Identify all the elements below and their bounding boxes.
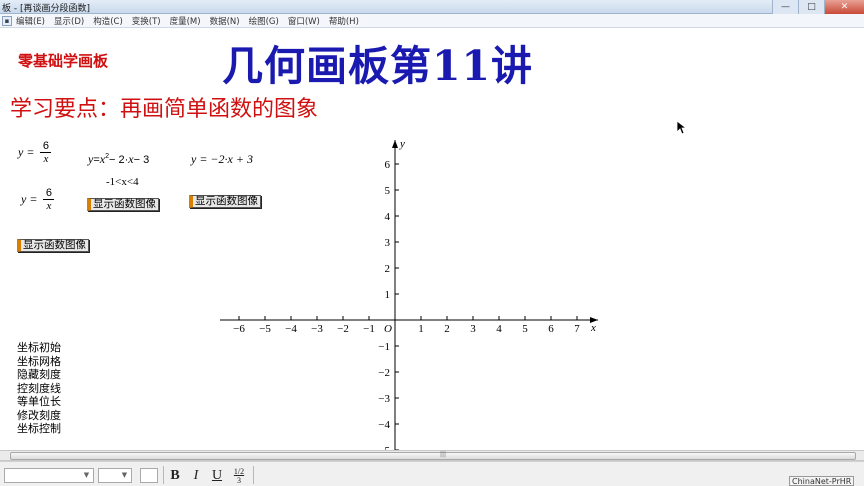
math-format-bottom: 3 [237, 476, 241, 485]
chevron-down-icon: ▼ [121, 471, 128, 479]
x-tick-label: 5 [522, 323, 528, 335]
x-tick-label: −6 [233, 323, 245, 335]
y-tick-label: −4 [378, 419, 390, 431]
scroll-grip-icon: ||| [440, 451, 447, 458]
y-tick-label: 3 [385, 237, 391, 249]
chevron-down-icon: ▼ [83, 471, 90, 479]
y-tick-label: 5 [385, 185, 391, 197]
color-select[interactable] [140, 468, 158, 483]
y-tick-label: −2 [378, 367, 390, 379]
math-format-button[interactable]: 1/2 3 [229, 467, 249, 485]
x-tick-label: 2 [444, 323, 450, 335]
x-tick-label: 4 [496, 323, 502, 335]
x-tick-label: 3 [470, 323, 476, 335]
y-axis-arrow-icon [392, 140, 398, 148]
math-format-top: 1/2 [233, 467, 245, 476]
x-tick-label: −2 [337, 323, 349, 335]
coordinate-system[interactable]: −6−5−4−3−2−11234567654321−1−2−3−4−5xyO [0, 0, 864, 450]
network-status-badge: ChinaNet-PrHR [789, 476, 855, 486]
y-tick-label: −1 [378, 341, 390, 353]
origin-label: O [384, 323, 392, 335]
scrollbar-thumb[interactable] [10, 452, 856, 460]
toolbar-divider [163, 466, 164, 484]
bold-button[interactable]: B [167, 467, 183, 484]
text-format-toolbar: ▼ ▼ B I U 1/2 3 [0, 461, 864, 486]
font-family-select[interactable]: ▼ [4, 468, 94, 483]
horizontal-scrollbar[interactable]: ||| [0, 450, 864, 461]
x-tick-label: 6 [548, 323, 554, 335]
italic-button[interactable]: I [188, 467, 204, 484]
x-tick-label: −1 [363, 323, 375, 335]
y-tick-label: 2 [385, 263, 391, 275]
y-axis-label: y [399, 138, 405, 150]
font-size-select[interactable]: ▼ [98, 468, 132, 483]
y-tick-label: 4 [385, 211, 391, 223]
toolbar-divider [253, 466, 254, 484]
x-tick-label: −5 [259, 323, 271, 335]
x-tick-label: 1 [418, 323, 424, 335]
mouse-cursor-icon [676, 120, 686, 135]
y-tick-label: 1 [385, 289, 391, 301]
underline-button[interactable]: U [209, 467, 225, 484]
y-tick-label: 6 [385, 159, 391, 171]
axis-layer: −6−5−4−3−2−11234567654321−1−2−3−4−5xyO [220, 138, 598, 450]
x-tick-label: −3 [311, 323, 323, 335]
x-axis-label: x [590, 322, 596, 334]
x-tick-label: −4 [285, 323, 297, 335]
x-tick-label: 7 [574, 323, 580, 335]
y-tick-label: −3 [378, 393, 390, 405]
